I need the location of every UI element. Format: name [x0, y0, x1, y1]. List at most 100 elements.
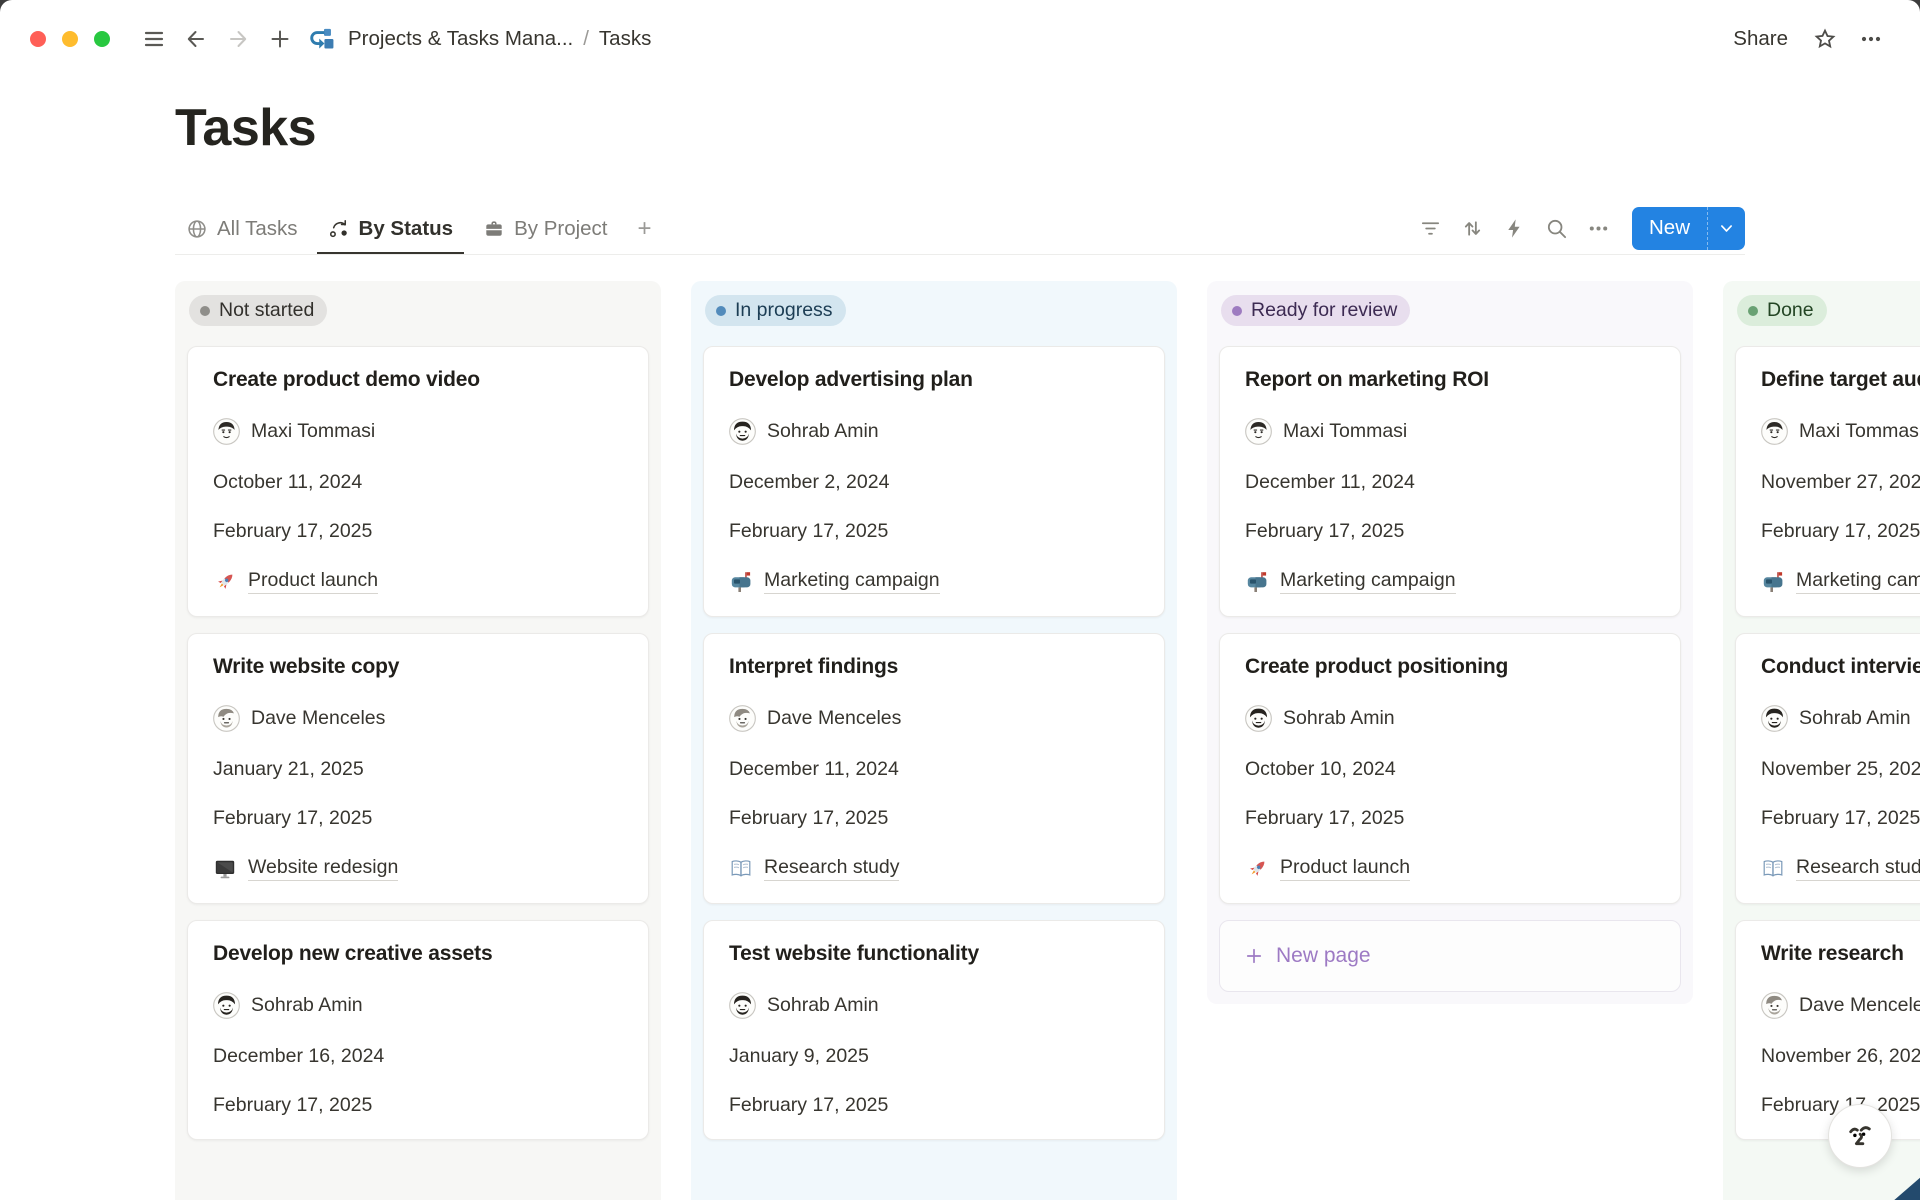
assignee-name: Maxi Tommasi: [1283, 420, 1407, 443]
date-value: December 16, 2024: [213, 1045, 384, 1068]
task-card[interactable]: Test website functionalitySohrab AminJan…: [703, 920, 1165, 1140]
card-project: Research study: [729, 856, 1139, 881]
briefcase-icon: [483, 218, 505, 240]
project-link[interactable]: Research study: [764, 856, 899, 881]
assignee-name: Sohrab Amin: [251, 994, 363, 1017]
card-assignee: Sohrab Amin: [1245, 705, 1655, 732]
filter-icon: [1419, 217, 1442, 240]
tab-label: All Tasks: [217, 217, 298, 241]
book-icon: [1761, 857, 1785, 881]
card-assignee: Sohrab Amin: [213, 992, 623, 1019]
tab-by-project[interactable]: By Project: [472, 206, 618, 254]
add-view-button[interactable]: +: [627, 206, 663, 254]
status-pill[interactable]: In progress: [705, 295, 846, 326]
task-card[interactable]: Define target audience Maxi Tommasi Novemb…: [1735, 346, 1920, 617]
avatar: [1245, 418, 1272, 445]
back-button[interactable]: [178, 21, 214, 57]
new-dropdown-button[interactable]: [1707, 207, 1745, 250]
share-button[interactable]: Share: [1723, 23, 1798, 55]
task-card[interactable]: Develop advertising planSohrab AminDecem…: [703, 346, 1165, 617]
breadcrumb-app[interactable]: Projects & Tasks Mana...: [344, 25, 577, 53]
project-link[interactable]: Product launch: [248, 569, 378, 594]
card-date: December 16, 2024: [213, 1045, 623, 1068]
project-link[interactable]: Marketing campaign: [1280, 569, 1456, 594]
date-value: October 10, 2024: [1245, 758, 1396, 781]
new-button[interactable]: New: [1632, 207, 1707, 250]
close-button[interactable]: [30, 31, 46, 47]
card-date: February 17, 2025: [1761, 807, 1920, 830]
project-link[interactable]: Website redesign: [248, 856, 398, 881]
card-project: Research study: [1761, 856, 1920, 881]
task-card[interactable]: Write researchDave MencelesNovember 26, …: [1735, 920, 1920, 1140]
ellipsis-icon: [1859, 27, 1883, 51]
avatar: [213, 992, 240, 1019]
favorite-star-button[interactable]: [1806, 20, 1844, 58]
sort-button[interactable]: [1456, 211, 1490, 245]
more-options-button[interactable]: [1852, 20, 1890, 58]
project-link[interactable]: Marketing campaign: [764, 569, 940, 594]
status-pill[interactable]: Ready for review: [1221, 295, 1410, 326]
card-title: Create product positioning: [1245, 655, 1655, 679]
breadcrumb-page[interactable]: Tasks: [595, 25, 655, 53]
task-card[interactable]: Develop new creative assets Sohrab Amin De…: [187, 920, 649, 1140]
status-pill[interactable]: Done: [1737, 295, 1827, 326]
assignee-name: Dave Menceles: [251, 707, 385, 730]
project-link[interactable]: Marketing campaign: [1796, 569, 1920, 594]
card-date: December 11, 2024: [729, 758, 1139, 781]
assignee-name: Sohrab Amin: [767, 994, 879, 1017]
back-icon: [184, 27, 208, 51]
project-link[interactable]: Product launch: [1280, 856, 1410, 881]
plus-button[interactable]: [262, 21, 298, 57]
tab-all-tasks[interactable]: All Tasks: [175, 206, 309, 254]
projects-app-icon: [308, 26, 335, 53]
tab-by-status[interactable]: By Status: [317, 206, 465, 254]
view-options-button[interactable]: [1582, 211, 1616, 245]
task-card[interactable]: Report on marketing ROIMaxi TommasiDecem…: [1219, 346, 1681, 617]
card-date: October 11, 2024: [213, 471, 623, 494]
search-button[interactable]: [1540, 211, 1574, 245]
card-project: Marketing campaign: [729, 569, 1139, 594]
mailbox-icon: [1761, 570, 1785, 594]
date-value: February 17, 2025: [1245, 807, 1404, 830]
card-assignee: Maxi Tommasi: [1245, 418, 1655, 445]
card-date: February 17, 2025: [1761, 520, 1920, 543]
zoom-button[interactable]: [94, 31, 110, 47]
card-title: Define target audience: [1761, 368, 1920, 392]
forward-button[interactable]: [220, 21, 256, 57]
status-label: Ready for review: [1251, 299, 1397, 322]
task-card[interactable]: Create product positioning Sohrab Amin Oct…: [1219, 633, 1681, 904]
assignee-name: Maxi Tommasi: [1799, 420, 1920, 443]
face-icon: [1842, 1118, 1878, 1154]
date-value: November 27, 2024: [1761, 471, 1920, 494]
task-card[interactable]: Write website copyDave MencelesJanuary 2…: [187, 633, 649, 904]
globe-icon: [186, 218, 208, 240]
date-value: December 11, 2024: [729, 758, 899, 781]
assignee-name: Sohrab Amin: [767, 420, 879, 443]
status-icon: [328, 218, 350, 240]
new-page-button[interactable]: New page: [1219, 920, 1681, 992]
filter-button[interactable]: [1414, 211, 1448, 245]
view-tabs: All Tasks By StatusBy Project+: [175, 206, 671, 254]
automations-button[interactable]: [1498, 211, 1532, 245]
task-card[interactable]: Conduct interviewsSohrab AminNovember 25…: [1735, 633, 1920, 904]
card-title: Develop new creative assets: [213, 942, 623, 966]
rocket-icon: [213, 570, 237, 594]
new-button-group: New: [1632, 207, 1745, 250]
date-value: February 17, 2025: [729, 807, 888, 830]
status-pill[interactable]: Not started: [189, 295, 327, 326]
date-value: November 26, 2024: [1761, 1045, 1920, 1068]
notion-ai-button[interactable]: [1828, 1104, 1892, 1168]
card-title: Develop advertising plan: [729, 368, 1139, 392]
bolt-icon: [1503, 217, 1526, 240]
menu-button[interactable]: [136, 21, 172, 57]
avatar: [1761, 992, 1788, 1019]
task-card[interactable]: Create product demo videoMaxi TommasiOct…: [187, 346, 649, 617]
column-not-started: Not started Create product demo videoMaxi…: [175, 281, 661, 1200]
card-date: October 10, 2024: [1245, 758, 1655, 781]
task-card[interactable]: Interpret findingsDave MencelesDecember …: [703, 633, 1165, 904]
project-link[interactable]: Research study: [1796, 856, 1920, 881]
minimize-button[interactable]: [62, 31, 78, 47]
date-value: February 17, 2025: [1245, 520, 1404, 543]
card-date: February 17, 2025: [729, 807, 1139, 830]
date-value: February 17, 2025: [1761, 807, 1920, 830]
